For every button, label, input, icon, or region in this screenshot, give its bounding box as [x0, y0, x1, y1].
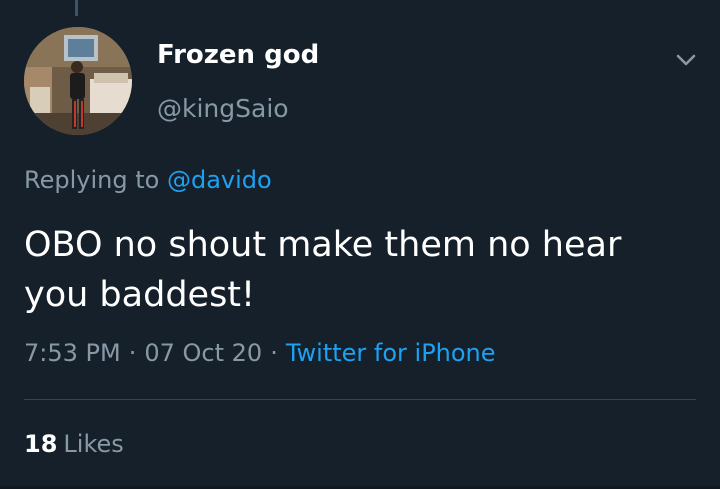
replying-to-label: Replying to [24, 166, 160, 194]
author-handle[interactable]: @kingSaio [157, 94, 289, 123]
likes-label: Likes [63, 430, 124, 458]
avatar[interactable] [24, 27, 132, 135]
meta-separator: · [128, 339, 137, 367]
replying-to-line: Replying to @davido [24, 166, 272, 194]
meta-separator: · [270, 339, 278, 367]
tweet-time[interactable]: 7:53 PM [24, 339, 121, 367]
tweet-date[interactable]: 07 Oct 20 [144, 339, 262, 367]
author-display-name[interactable]: Frozen god [157, 40, 319, 70]
tweet-meta: 7:53 PM · 07 Oct 20 · Twitter for iPhone [24, 339, 496, 367]
chevron-down-icon[interactable] [672, 46, 700, 74]
reply-mention-link[interactable]: @davido [167, 166, 272, 194]
tweet-source-link[interactable]: Twitter for iPhone [286, 339, 496, 367]
thread-connector-line [75, 0, 78, 16]
likes-stat[interactable]: 18 Likes [24, 430, 124, 458]
tweet-text: OBO no shout make them no hear you badde… [24, 225, 622, 315]
likes-count: 18 [24, 430, 58, 458]
divider [24, 399, 696, 400]
avatar-photo [24, 27, 132, 135]
